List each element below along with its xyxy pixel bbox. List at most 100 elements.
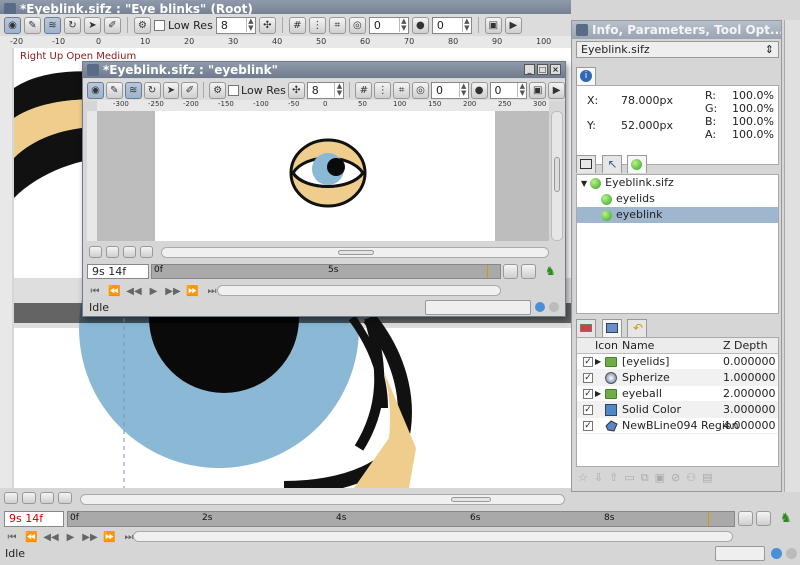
next-frame-icon[interactable]: ▶▶: [82, 532, 98, 543]
seek-begin-icon[interactable]: ⏮: [4, 532, 20, 543]
time-cursor[interactable]: [487, 265, 488, 278]
sub-time-scrollbar[interactable]: [217, 285, 501, 296]
next-frame-icon[interactable]: ▶▶: [165, 286, 181, 297]
draw-icon[interactable]: ✐: [181, 81, 199, 99]
zoom-in-icon[interactable]: [22, 492, 36, 504]
play-icon[interactable]: ▶: [63, 532, 79, 543]
refresh-icon[interactable]: ↻: [143, 81, 161, 99]
layer-row[interactable]: ✓ NewBLine094 Region 4.000000: [577, 418, 778, 434]
scroll-thumb[interactable]: [338, 250, 374, 255]
tab-canvas-browser[interactable]: [627, 155, 647, 173]
move-up-icon[interactable]: ⇧: [609, 471, 618, 485]
main-time-scrollbar[interactable]: [133, 531, 733, 542]
grid-icon[interactable]: #: [355, 81, 373, 99]
future-onion-spinner[interactable]: 0 ▲ ▼: [431, 16, 472, 34]
draw-icon[interactable]: ✐: [104, 16, 121, 34]
layer-row[interactable]: ✓ ▶ [eyelids] 0.000000: [577, 354, 778, 370]
maximize-icon[interactable]: □: [537, 64, 548, 75]
main-hscrollbar[interactable]: [80, 494, 565, 505]
tab-params[interactable]: [576, 319, 596, 337]
zoom-icon[interactable]: ⚙: [134, 16, 151, 34]
header-icon[interactable]: Icon: [595, 338, 618, 353]
stop-icon[interactable]: [786, 548, 797, 559]
layer-checkbox[interactable]: ✓: [583, 421, 593, 431]
amount-icon[interactable]: ⚇: [686, 471, 696, 485]
expander-icon[interactable]: ▶: [595, 354, 601, 370]
lock-future-icon[interactable]: [756, 511, 771, 526]
pointer-icon[interactable]: ➤: [162, 81, 180, 99]
panel-titlebar[interactable]: Info, Parameters, Tool Opt...: [572, 21, 781, 39]
sub-hscrollbar[interactable]: [161, 247, 549, 258]
zoom-out-icon[interactable]: [4, 492, 18, 504]
layer-checkbox[interactable]: ✓: [583, 389, 593, 399]
preview-icon[interactable]: ▶: [504, 16, 522, 34]
new-group-icon[interactable]: ▭: [624, 471, 634, 485]
fit-icon[interactable]: [123, 246, 136, 258]
preview-icon[interactable]: ▶: [548, 81, 566, 99]
onion-skin-icon[interactable]: ≋: [44, 16, 61, 34]
render-settings-icon[interactable]: ◎: [412, 81, 429, 99]
prev-frame-icon[interactable]: ◀◀: [126, 286, 142, 297]
main-timebar[interactable]: 0f 2s 4s 6s 8s: [67, 511, 735, 527]
seek-begin-icon[interactable]: ⏮: [87, 286, 103, 297]
tab-navigator[interactable]: [576, 155, 596, 173]
snap-icon[interactable]: ⌗: [393, 81, 411, 99]
quality-icon[interactable]: ✣: [258, 16, 276, 34]
set-desc-icon[interactable]: ▤: [702, 471, 712, 485]
guides-icon[interactable]: ⋮: [308, 16, 326, 34]
expander-icon[interactable]: ▼: [581, 179, 587, 188]
layer-checkbox[interactable]: ✓: [583, 405, 593, 415]
lock-past-icon[interactable]: [503, 264, 518, 279]
low-res-checkbox[interactable]: [228, 84, 240, 96]
play-icon[interactable]: ▶: [146, 286, 162, 297]
snap-icon[interactable]: ⌗: [328, 16, 346, 34]
layer-row[interactable]: ✓ Spherize 1.000000: [577, 370, 778, 386]
stop-icon[interactable]: [549, 302, 559, 312]
quality-icon[interactable]: ✣: [287, 81, 305, 99]
main-time-field[interactable]: 9s 14f: [4, 511, 64, 527]
header-name[interactable]: Name: [622, 338, 654, 353]
past-onion-spinner[interactable]: 0 ▲ ▼: [430, 81, 469, 99]
tree-item-eyeblink[interactable]: eyeblink: [577, 207, 778, 223]
fit-icon[interactable]: [40, 492, 54, 504]
delete-icon[interactable]: ⊘: [671, 471, 680, 485]
lower-layer-icon[interactable]: ⇩: [594, 471, 603, 485]
minimize-icon[interactable]: _: [524, 64, 535, 75]
scroll-thumb[interactable]: [451, 497, 491, 502]
raise-layer-icon[interactable]: ☆: [578, 471, 588, 485]
refresh-view-icon[interactable]: [58, 492, 72, 504]
sub-canvas-area[interactable]: [97, 111, 549, 241]
zoom-icon[interactable]: ⚙: [209, 81, 227, 99]
tab-history[interactable]: ↶: [627, 319, 647, 337]
draft-icon[interactable]: ✎: [24, 16, 41, 34]
lock-future-icon[interactable]: [521, 264, 536, 279]
zoom-in-icon[interactable]: [106, 246, 119, 258]
guides-icon[interactable]: ⋮: [374, 81, 392, 99]
tree-item-root[interactable]: ▼ Eyeblink.sifz: [577, 175, 778, 191]
sub-canvas[interactable]: [155, 111, 495, 241]
time-cursor[interactable]: [708, 512, 709, 526]
render-settings-icon[interactable]: ◎: [348, 16, 366, 34]
lock-past-icon[interactable]: [738, 511, 753, 526]
encapsulate-icon[interactable]: ▣: [655, 471, 665, 485]
sub-time-field[interactable]: 9s 14f: [87, 264, 149, 279]
scroll-thumb[interactable]: [554, 157, 560, 192]
layer-checkbox[interactable]: ✓: [583, 357, 593, 367]
past-onion-spinner[interactable]: 0 ▲ ▼: [368, 16, 409, 34]
onion-icon[interactable]: ●: [411, 16, 429, 34]
sub-titlebar[interactable]: *Eyeblink.sifz : "eyeblink" _ □ ×: [83, 62, 565, 78]
refresh-view-icon[interactable]: [140, 246, 153, 258]
close-icon[interactable]: ×: [550, 64, 561, 75]
next-keyframe-icon[interactable]: ⏩: [102, 532, 118, 543]
file-select[interactable]: Eyeblink.sifz ⇕: [576, 41, 779, 58]
onion-skin-icon[interactable]: ≋: [124, 81, 142, 99]
low-res-checkbox[interactable]: [154, 19, 165, 31]
layer-row[interactable]: ✓ ▶ eyeball 2.000000: [577, 386, 778, 402]
next-keyframe-icon[interactable]: ⏩: [185, 286, 201, 297]
prev-keyframe-icon[interactable]: ⏪: [107, 286, 123, 297]
zoom-spinner[interactable]: 8 ▲ ▼: [306, 81, 345, 99]
tab-info[interactable]: i: [576, 67, 596, 85]
zoom-spinner[interactable]: 8 ▲ ▼: [215, 16, 256, 34]
render-icon[interactable]: ▣: [484, 16, 502, 34]
expander-icon[interactable]: ▶: [595, 386, 601, 402]
